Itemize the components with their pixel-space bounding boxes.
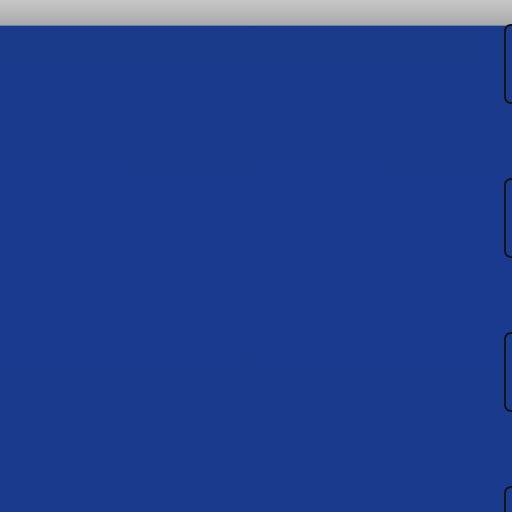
side-tab-2[interactable] [504, 178, 512, 258]
screen [0, 0, 512, 512]
side-tab-3[interactable] [504, 332, 512, 412]
side-tab-1[interactable] [504, 24, 512, 104]
main-panel [0, 26, 512, 512]
side-tab-4[interactable] [504, 486, 512, 512]
side-tabs [496, 0, 512, 512]
top-strip [0, 0, 512, 26]
